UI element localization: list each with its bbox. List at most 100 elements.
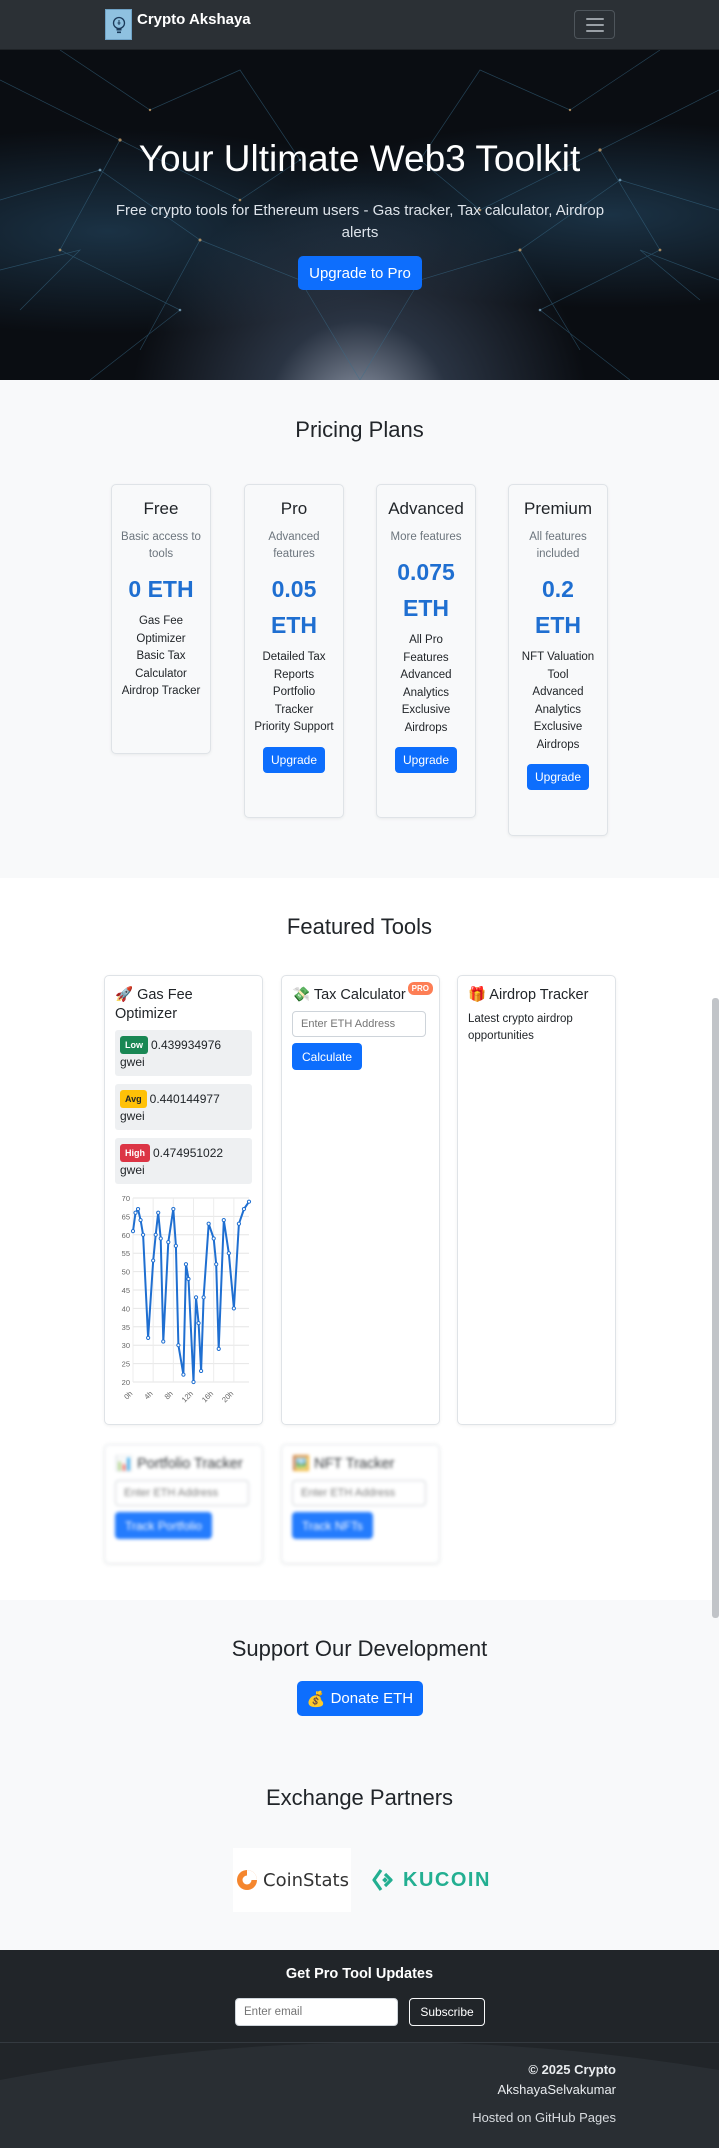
plan-price: 0.075 ETH bbox=[397, 559, 455, 621]
coinstats-wordmark: CoinStats bbox=[263, 1869, 349, 1891]
gas-avg-value: 0.440144977 bbox=[149, 1092, 220, 1106]
x-tick-label: 12h bbox=[180, 1389, 195, 1404]
email-input[interactable] bbox=[235, 1998, 398, 2026]
upgrade-advanced-button[interactable]: Upgrade bbox=[395, 747, 457, 773]
gas-data-point bbox=[135, 1206, 141, 1212]
gas-data-point bbox=[186, 1276, 191, 1282]
footer: Get Pro Tool Updates Subscribe © 2025 Cr… bbox=[0, 1950, 719, 2148]
gas-high-value: 0.474951022 bbox=[153, 1146, 224, 1160]
gas-data-point bbox=[158, 1236, 163, 1241]
plan-card-free: Free Basic access to tools 0 ETH Gas Fee… bbox=[111, 484, 211, 754]
money-wings-icon: 💸 bbox=[292, 987, 311, 1003]
plan-feature: Gas Fee Optimizer bbox=[136, 615, 186, 645]
x-tick-label: 0h bbox=[122, 1389, 134, 1401]
gas-data-point bbox=[181, 1372, 186, 1377]
gas-data-point bbox=[173, 1243, 178, 1248]
plan-price: 0.05 ETH bbox=[271, 576, 317, 638]
plan-feature: Priority Support bbox=[254, 721, 334, 733]
gift-icon: 🎁 bbox=[468, 987, 487, 1003]
plan-feature: NFT Valuation Tool bbox=[521, 651, 595, 681]
plan-feature: Exclusive Airdrops bbox=[533, 721, 583, 751]
track-portfolio-button[interactable]: Track Portfolio bbox=[115, 1512, 212, 1539]
featured-tools-section: Featured Tools 🚀 Gas Fee Optimizer Low 0.… bbox=[0, 878, 719, 1600]
y-tick-label: 30 bbox=[122, 1341, 130, 1350]
gas-data-point bbox=[146, 1335, 151, 1340]
kucoin-logo-link[interactable]: KUCOIN bbox=[372, 1862, 491, 1898]
gas-data-point bbox=[183, 1262, 189, 1267]
plan-feature: Detailed Tax Reports bbox=[262, 651, 326, 681]
gas-low-row: Low 0.439934976 gwei bbox=[115, 1030, 252, 1076]
plan-feature: All Pro Features bbox=[403, 634, 449, 664]
coinstats-logo-icon bbox=[237, 1870, 258, 1890]
plan-description: Advanced features bbox=[268, 531, 320, 560]
kucoin-wordmark: KUCOIN bbox=[403, 1868, 491, 1891]
nft-eth-address-input[interactable] bbox=[292, 1480, 426, 1506]
gas-fee-title: 🚀 Gas Fee Optimizer bbox=[115, 987, 193, 1022]
gas-data-point bbox=[246, 1199, 252, 1204]
plan-feature: Exclusive Airdrops bbox=[401, 704, 451, 734]
navbar: Crypto Akshaya bbox=[0, 0, 719, 50]
nft-tracker-title: 🖼️ NFT Tracker bbox=[292, 1456, 395, 1472]
gas-data-point bbox=[156, 1210, 161, 1215]
gas-low-value: 0.439934976 bbox=[151, 1038, 222, 1052]
page-scrollbar[interactable] bbox=[712, 998, 719, 1618]
gas-data-point bbox=[201, 1295, 206, 1300]
x-tick-label: 8h bbox=[162, 1389, 174, 1401]
brand-link[interactable]: Crypto Akshaya bbox=[105, 9, 251, 40]
airdrop-tracker-card: 🎁 Airdrop Tracker Latest crypto airdrop … bbox=[457, 975, 616, 1425]
brand-name: Crypto Akshaya bbox=[137, 11, 251, 28]
y-tick-label: 35 bbox=[122, 1323, 130, 1332]
gas-high-row: High 0.474951022 gwei bbox=[115, 1138, 252, 1184]
plan-feature: Portfolio Tracker bbox=[272, 686, 316, 716]
gas-unit: gwei bbox=[120, 1055, 145, 1069]
calculate-button[interactable]: Calculate bbox=[292, 1043, 363, 1070]
gas-data-point bbox=[138, 1217, 143, 1223]
upgrade-pro-button[interactable]: Upgrade bbox=[263, 746, 325, 773]
gas-data-point bbox=[198, 1368, 204, 1374]
support-section: Support Our Development 💰 Donate ETH Exc… bbox=[0, 1600, 719, 1950]
tax-calculator-card: PRO 💸 Tax Calculator Calculate bbox=[281, 975, 440, 1425]
upgrade-to-pro-button[interactable]: Upgrade to Pro bbox=[298, 256, 422, 290]
gas-data-point bbox=[193, 1295, 199, 1300]
gas-unit: gwei bbox=[120, 1163, 145, 1177]
portfolio-tracker-title: 📊 Portfolio Tracker bbox=[115, 1456, 243, 1472]
high-badge: High bbox=[120, 1144, 150, 1162]
tax-eth-address-input[interactable] bbox=[292, 1011, 426, 1037]
y-tick-label: 50 bbox=[122, 1268, 130, 1277]
portfolio-tracker-card: 📊 Portfolio Tracker Track Portfolio bbox=[104, 1444, 263, 1564]
gas-unit: gwei bbox=[120, 1109, 145, 1123]
gas-fee-card: 🚀 Gas Fee Optimizer Low 0.439934976 gwei … bbox=[104, 975, 263, 1425]
subscribe-button[interactable]: Subscribe bbox=[409, 1998, 485, 2026]
donate-eth-button[interactable]: 💰 Donate ETH bbox=[297, 1681, 423, 1716]
y-tick-label: 55 bbox=[122, 1249, 130, 1258]
gas-series-line bbox=[132, 1201, 250, 1383]
gas-data-point bbox=[236, 1221, 242, 1226]
nft-tracker-card: 🖼️ NFT Tracker Track NFTs bbox=[281, 1444, 440, 1564]
gas-data-point bbox=[130, 1229, 136, 1234]
gas-data-point bbox=[166, 1240, 171, 1245]
gas-data-point bbox=[133, 1210, 138, 1215]
gas-data-point bbox=[176, 1343, 181, 1348]
track-nfts-button[interactable]: Track NFTs bbox=[292, 1512, 373, 1539]
plan-name: Pro bbox=[280, 499, 308, 518]
newsletter-title: Get Pro Tool Updates bbox=[285, 1966, 434, 1982]
portfolio-eth-address-input[interactable] bbox=[115, 1480, 249, 1506]
navbar-toggler-button[interactable] bbox=[574, 10, 615, 39]
gas-data-point bbox=[151, 1258, 156, 1263]
y-tick-label: 40 bbox=[122, 1304, 130, 1313]
hosted-on-text: Hosted on GitHub Pages bbox=[472, 2110, 616, 2125]
gas-data-point bbox=[231, 1306, 236, 1311]
support-title: Support Our Development bbox=[231, 1636, 488, 1661]
y-tick-label: 20 bbox=[122, 1378, 130, 1387]
gas-data-point bbox=[226, 1251, 231, 1256]
plan-card-premium: Premium All features included 0.2 ETH NF… bbox=[508, 484, 608, 836]
gas-data-point bbox=[140, 1232, 146, 1237]
avg-badge: Avg bbox=[120, 1090, 147, 1108]
coinstats-logo-link[interactable]: CoinStats bbox=[233, 1848, 351, 1912]
plan-name: Advanced bbox=[388, 499, 464, 518]
gas-data-point bbox=[216, 1346, 221, 1351]
plan-description: All features included bbox=[529, 531, 587, 560]
money-bag-icon: 💰 bbox=[306, 1690, 326, 1708]
plan-price: 0 ETH bbox=[128, 576, 194, 602]
upgrade-premium-button[interactable]: Upgrade bbox=[527, 764, 589, 790]
